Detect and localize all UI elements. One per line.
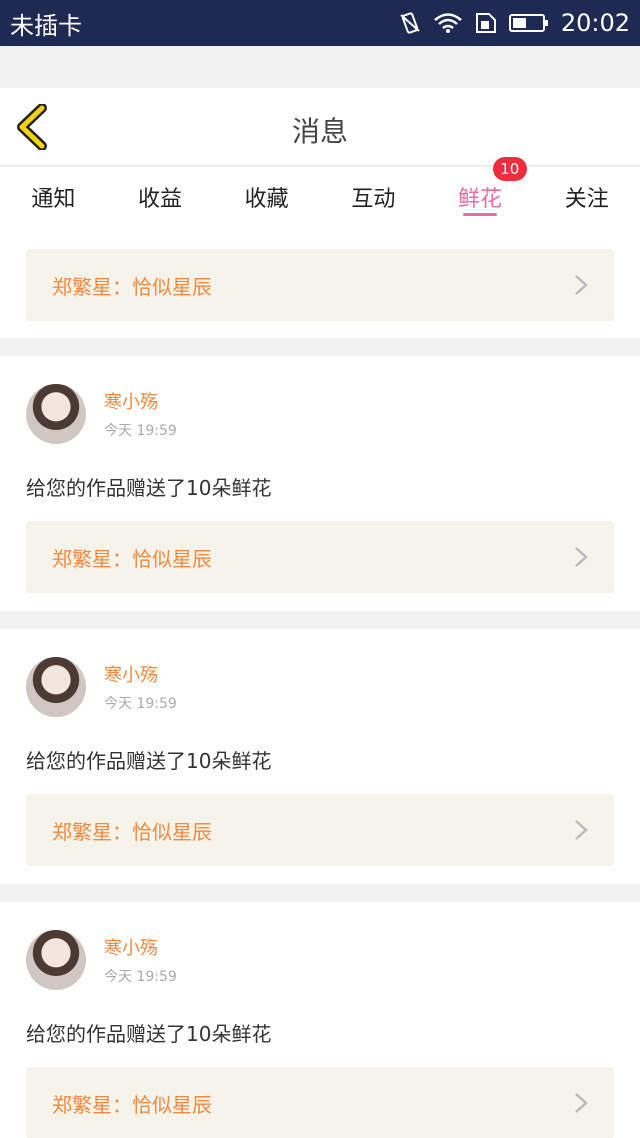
header-bar: 消息: [0, 88, 640, 166]
tab-label: 收益: [138, 187, 183, 212]
work-title: 郑繁星：恰似星辰: [52, 819, 212, 844]
username[interactable]: 寒小殇: [104, 388, 177, 414]
page-title: 消息: [291, 115, 348, 148]
timestamp: 今天 19:59: [104, 969, 177, 985]
carrier-label: 未插卡: [10, 11, 82, 40]
username[interactable]: 寒小殇: [104, 661, 177, 687]
timestamp: 今天 19:59: [104, 423, 177, 439]
chevron-right-icon: [575, 275, 588, 295]
clock: 20:02: [560, 9, 630, 37]
work-title: 郑繁星：恰似星辰: [52, 274, 212, 299]
work-link[interactable]: 郑繁星：恰似星辰: [26, 794, 614, 866]
message-card: 寒小殇 今天 19:59 给您的作品赠送了10朵鲜花 郑繁星：恰似星辰: [0, 356, 640, 611]
message-card: 寒小殇 今天 19:59 给您的作品赠送了10朵鲜花 郑繁星：恰似星辰: [0, 629, 640, 884]
work-title: 郑繁星：恰似星辰: [52, 546, 212, 571]
username[interactable]: 寒小殇: [104, 934, 177, 960]
tab-label: 互动: [351, 187, 396, 212]
chevron-right-icon: [575, 547, 588, 567]
tab-label: 关注: [564, 187, 609, 212]
timestamp: 今天 19:59: [104, 696, 177, 712]
unread-badge: 10: [492, 157, 527, 181]
message-card: 寒小殇 今天 19:59 给您的作品赠送了10朵鲜花 郑繁星：恰似星辰: [0, 902, 640, 1138]
chevron-right-icon: [575, 1093, 588, 1113]
work-link[interactable]: 郑繁星：恰似星辰: [26, 1067, 614, 1138]
avatar[interactable]: [26, 384, 86, 444]
battery-icon: [508, 12, 549, 34]
tab-favorites[interactable]: 收藏: [213, 167, 320, 223]
tab-follow[interactable]: 关注: [533, 167, 640, 223]
message-feed[interactable]: 郑繁星：恰似星辰 寒小殇 今天 19:59 给您的作品赠送了10朵鲜花 郑繁星：…: [0, 223, 640, 1138]
work-link[interactable]: 郑繁星：恰似星辰: [26, 249, 614, 321]
message-text: 给您的作品赠送了10朵鲜花: [26, 1022, 272, 1046]
tab-bar: 通知 收益 收藏 互动 鲜花 10 关注: [0, 157, 640, 223]
tab-notice[interactable]: 通知: [0, 167, 107, 223]
avatar[interactable]: [26, 657, 86, 717]
tab-flowers[interactable]: 鲜花 10: [427, 157, 534, 223]
status-bar: 未插卡 20:02: [0, 0, 640, 46]
message-card-partial: 郑繁星：恰似星辰: [0, 223, 640, 338]
tab-interaction[interactable]: 互动: [320, 167, 427, 223]
work-link[interactable]: 郑繁星：恰似星辰: [26, 521, 614, 593]
sim-icon: [475, 12, 497, 34]
tab-label: 通知: [31, 187, 76, 212]
chevron-right-icon: [575, 820, 588, 840]
wifi-icon: [433, 12, 463, 34]
message-text: 给您的作品赠送了10朵鲜花: [26, 749, 272, 773]
avatar[interactable]: [26, 930, 86, 990]
tab-income[interactable]: 收益: [107, 167, 214, 223]
tab-label: 收藏: [244, 187, 289, 212]
message-text: 给您的作品赠送了10朵鲜花: [26, 476, 272, 500]
work-title: 郑繁星：恰似星辰: [52, 1092, 212, 1117]
vibrate-icon: [399, 11, 421, 35]
tab-label: 鲜花: [458, 187, 503, 212]
